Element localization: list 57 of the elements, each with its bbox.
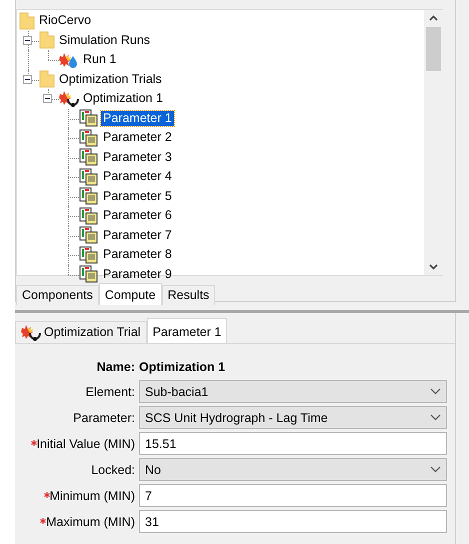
field-label: Locked:: [91, 462, 135, 476]
tree-item[interactable]: Parameter 2: [101, 130, 174, 146]
tree-item[interactable]: Parameter 5: [101, 188, 174, 204]
tab[interactable]: Compute: [98, 283, 162, 305]
parameter-sheet-icon: [79, 128, 99, 147]
collapse-toggle[interactable]: [43, 94, 52, 103]
tree-item[interactable]: Optimization 1: [81, 91, 165, 106]
tab[interactable]: Results: [162, 285, 216, 305]
required-icon: [30, 440, 37, 446]
dropdown[interactable]: Sub-bacia1: [139, 380, 447, 403]
collapse-toggle[interactable]: [23, 74, 32, 84]
parameter-sheet-icon: [79, 187, 99, 206]
parameter-sheet-icon: [79, 148, 99, 166]
input-field[interactable]: 15.51: [139, 432, 447, 455]
tab[interactable]: Components: [16, 285, 99, 305]
folder-icon: [39, 70, 55, 88]
burst-drop-icon: [59, 52, 79, 68]
tab[interactable]: Optimization Trial: [15, 321, 147, 343]
tree-item[interactable]: Parameter 3: [101, 150, 174, 165]
tree-item[interactable]: Parameter 4: [101, 169, 174, 184]
tree-item[interactable]: Parameter 7: [101, 228, 174, 243]
tree-item[interactable]: Parameter 9: [101, 266, 174, 282]
collapse-toggle[interactable]: [23, 36, 32, 44]
field-label: Element:: [86, 384, 135, 398]
parameter-sheet-icon: [79, 168, 99, 186]
folder-icon: [39, 31, 55, 50]
parameter-sheet-icon: [79, 109, 99, 128]
parameter-sheet-icon: [79, 246, 99, 264]
tree-item[interactable]: Run 1: [81, 52, 118, 68]
required-icon: [40, 518, 46, 524]
chevron-down-icon: [430, 388, 441, 395]
input-field[interactable]: 7: [139, 484, 447, 507]
chevron-down-icon: [430, 466, 441, 473]
scrollbar-thumb[interactable]: [426, 27, 441, 71]
tree-item[interactable]: Parameter 8: [101, 247, 174, 262]
burst-knot-icon: [21, 324, 41, 340]
tree-item[interactable]: Parameter 6: [101, 208, 174, 224]
tab[interactable]: Parameter 1: [146, 318, 228, 343]
burst-knot-icon: [59, 90, 79, 108]
dropdown[interactable]: No: [139, 458, 447, 481]
tree-item[interactable]: RioCervo: [37, 13, 94, 28]
field-label: Parameter:: [73, 410, 135, 424]
chevron-down-icon: [430, 414, 441, 421]
required-icon: [44, 492, 50, 498]
tree-item[interactable]: Optimization Trials: [57, 72, 164, 87]
input-field[interactable]: 31: [139, 510, 447, 533]
field-label: Maximum (MIN): [46, 514, 135, 528]
dropdown[interactable]: SCS Unit Hydrograph - Lag Time: [139, 406, 447, 429]
tree-item[interactable]: Parameter 1: [101, 110, 174, 126]
field-label: Initial Value (MIN): [36, 436, 135, 450]
parameter-sheet-icon: [79, 206, 99, 225]
field-label: Minimum (MIN): [50, 488, 135, 502]
name-label: Name:: [96, 359, 135, 376]
name-value: Optimization 1: [139, 360, 226, 374]
parameter-sheet-icon: [79, 226, 99, 244]
tree-item[interactable]: Simulation Runs: [57, 32, 152, 48]
folder-icon: [19, 12, 35, 30]
